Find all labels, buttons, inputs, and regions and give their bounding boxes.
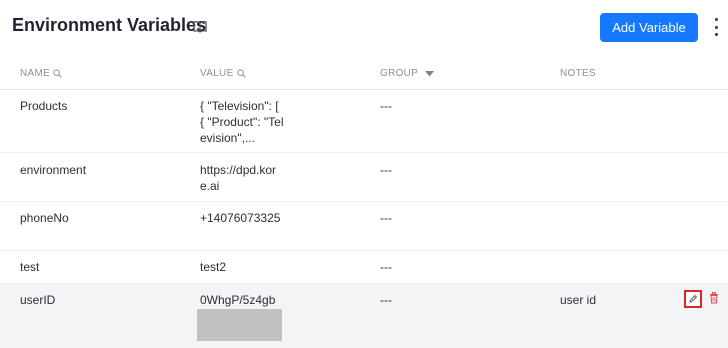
page-title: Environment Variables: [12, 15, 207, 35]
table-row-selected[interactable]: userID 0WhgP/5z4gb --- user id: [0, 284, 728, 348]
variable-group: ---: [380, 260, 392, 274]
variable-group: ---: [380, 163, 392, 177]
column-header-group[interactable]: GROUP: [380, 68, 435, 79]
variable-name: Products: [20, 99, 68, 113]
variable-group: ---: [380, 293, 392, 307]
add-variable-button[interactable]: Add Variable: [600, 13, 698, 42]
table-header: NAME VALUE GROUP NOTES: [0, 59, 728, 90]
search-icon[interactable]: [236, 69, 246, 78]
search-icon[interactable]: [53, 69, 62, 78]
table-row[interactable]: phoneNo +14076073325 ---: [0, 202, 728, 251]
column-header-value[interactable]: VALUE: [200, 68, 246, 79]
masked-value-block: [197, 309, 282, 341]
variable-value: +14076073325: [200, 211, 281, 225]
variable-value: test2: [200, 260, 227, 274]
edit-button[interactable]: [684, 290, 702, 308]
variable-value: https://dpd.kore.ai: [200, 163, 277, 193]
column-label: NAME: [20, 68, 51, 79]
variable-notes: user id: [560, 293, 597, 307]
table-row[interactable]: test test2 ---: [0, 251, 728, 284]
table-row[interactable]: Products { "Television": [ { "Product": …: [0, 90, 728, 153]
book-icon[interactable]: [193, 20, 207, 33]
variable-value: 0WhgP/5z4gb: [200, 293, 276, 307]
pencil-icon: [689, 294, 698, 303]
column-header-notes: NOTES: [560, 68, 596, 79]
variable-group: ---: [380, 211, 392, 225]
variable-name: test: [20, 260, 40, 274]
sort-down-icon[interactable]: [425, 70, 435, 77]
page-header: Environment Variables Add Variable: [0, 0, 728, 56]
column-label: GROUP: [380, 68, 419, 79]
column-label: NOTES: [560, 68, 596, 79]
variable-name: environment: [20, 163, 87, 177]
variable-group: ---: [380, 99, 392, 113]
variable-name: phoneNo: [20, 211, 69, 225]
column-header-name[interactable]: NAME: [20, 68, 62, 79]
variable-name: userID: [20, 293, 56, 307]
kebab-menu-icon[interactable]: [710, 18, 722, 36]
trash-icon[interactable]: [709, 292, 719, 304]
table-row[interactable]: environment https://dpd.kore.ai ---: [0, 153, 728, 202]
variable-value: { "Television": [ { "Product": "Televisi…: [200, 99, 284, 145]
column-label: VALUE: [200, 68, 234, 79]
